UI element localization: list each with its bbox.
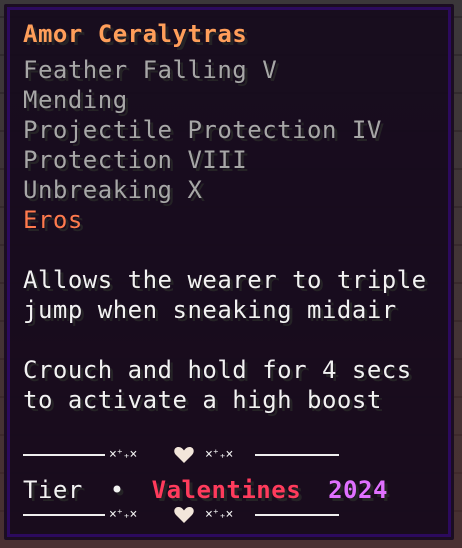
divider-sparkles: ×⁺₊×	[205, 507, 233, 522]
divider-line	[23, 514, 105, 516]
tier-separator: •	[109, 476, 125, 504]
item-name: Amor Ceralytras	[23, 20, 248, 48]
usage-description-line: to activate a high boost	[23, 386, 382, 414]
divider-line	[255, 454, 339, 456]
enchantment-line: Projectile Protection IV	[23, 116, 382, 144]
tier-divider-bottom: ×⁺₊× ×⁺₊×	[23, 505, 339, 525]
ability-description-line: Allows the wearer to triple	[23, 266, 427, 294]
heart-icon	[174, 507, 194, 523]
enchantment-line: Unbreaking X	[23, 176, 203, 204]
tier-value-part1: Valentines	[151, 476, 302, 504]
item-tooltip: Amor Ceralytras Feather Falling V Mendin…	[4, 4, 454, 540]
ability-description-line: jump when sneaking midair	[23, 296, 397, 324]
enchantment-line: Mending	[23, 86, 128, 114]
tier-value-part2: 2024	[328, 476, 388, 504]
divider-sparkles: ×⁺₊×	[205, 447, 233, 462]
tier-label: Tier	[23, 476, 83, 504]
tier-row: Tier • Valentines 2024	[23, 475, 388, 505]
tier-divider-top: ×⁺₊× ×⁺₊×	[23, 445, 339, 465]
set-name: Eros	[23, 206, 83, 234]
divider-line	[255, 514, 339, 516]
usage-description-line: Crouch and hold for 4 secs	[23, 356, 412, 384]
enchantment-line: Feather Falling V	[23, 56, 278, 84]
divider-sparkles: ×⁺₊×	[109, 507, 137, 522]
divider-sparkles: ×⁺₊×	[109, 447, 137, 462]
heart-icon	[174, 447, 194, 463]
divider-line	[23, 454, 105, 456]
enchantment-line: Protection VIII	[23, 146, 248, 174]
